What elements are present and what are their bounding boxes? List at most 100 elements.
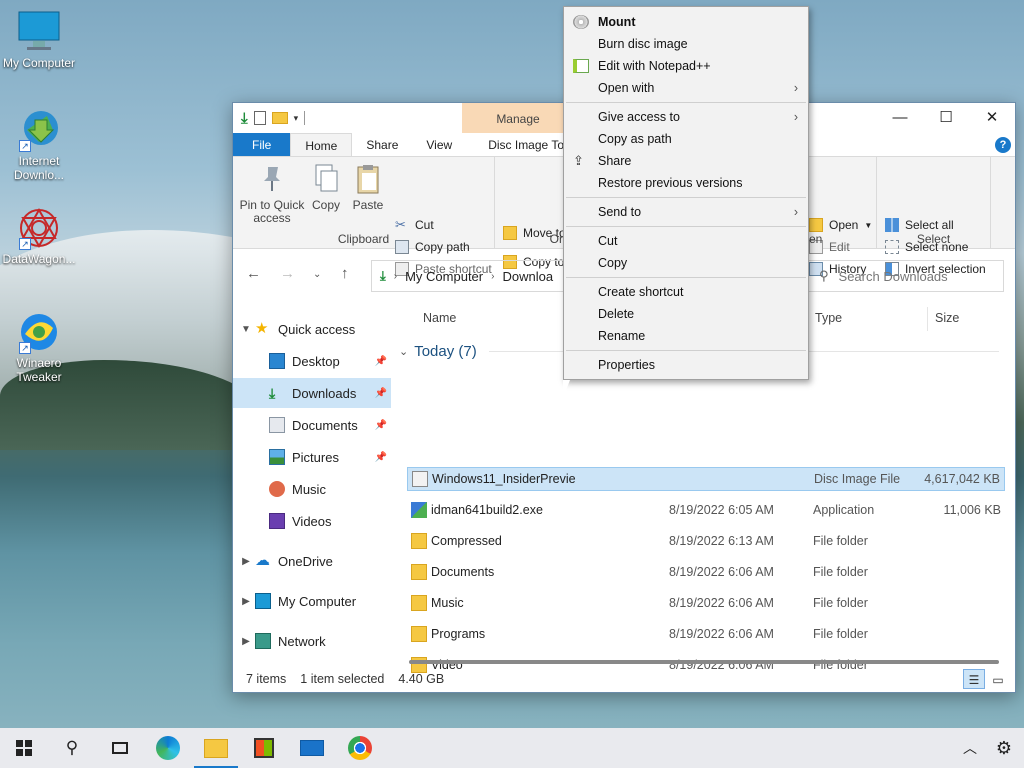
menu-item-open-with[interactable]: Open with › [564,77,808,99]
collapse-chevron-icon: ⌄ [399,345,409,358]
desktop-icon-internet-download-manager[interactable]: ↗ Internet Downlo... [0,108,78,182]
menu-item-restore-previous-versions[interactable]: Restore previous versions [564,172,808,194]
show-hidden-icons-button[interactable]: ︿ [956,728,984,768]
tab-view[interactable]: View [412,133,466,156]
expand-chevron-icon[interactable]: ▶ [237,556,255,567]
status-selected-count: 1 item selected [300,672,385,686]
quick-access-toolbar: ⤓ ▾ [233,103,306,133]
organize-group: Move to Copy to Or [495,157,566,269]
pin-icon: 📌 [374,355,387,367]
recent-locations-chevron-icon[interactable]: ⌄ [313,269,321,280]
menu-item-cut[interactable]: Cut [564,230,808,252]
documents-icon [269,417,285,433]
desktop-icon-datawagon[interactable]: ↗ DataWagon... [0,206,78,266]
menu-item-share[interactable]: ⇪ Share [564,150,808,172]
menu-item-send-to[interactable]: Send to › [564,201,808,223]
file-row-compressed[interactable]: Compressed 8/19/2022 6:13 AM File folder [407,529,1005,553]
expand-chevron-icon[interactable]: ▶ [237,596,255,607]
store-button[interactable] [240,728,288,768]
close-button[interactable]: ✕ [969,103,1015,133]
help-icon[interactable]: ? [995,137,1011,153]
qat-divider [304,111,306,125]
column-divider[interactable] [927,307,928,331]
file-row-music[interactable]: Music 8/19/2022 6:06 AM File folder [407,591,1005,615]
tab-file[interactable]: File [233,133,291,156]
search-button[interactable]: ⚲ [48,728,96,768]
properties-icon[interactable] [253,111,266,125]
nav-item-onedrive[interactable]: ▶ ☁ OneDrive [233,546,391,576]
menu-item-burn-disc-image[interactable]: Burn disc image [564,33,808,55]
forward-arrow-icon[interactable]: → [280,265,295,282]
edge-icon [156,736,180,760]
computer-icon [17,10,61,54]
file-row-idman[interactable]: idman641build2.exe 8/19/2022 6:05 AM App… [407,498,1005,522]
menu-item-copy[interactable]: Copy [564,252,808,274]
desktop-icon-label: Winaero Tweaker [16,356,62,384]
nav-item-my-computer[interactable]: ▶ My Computer [233,586,391,616]
search-input[interactable]: ⚲ Search Downloads [808,260,1004,292]
paste-button[interactable]: Paste [349,163,387,212]
horizontal-scrollbar[interactable] [409,660,999,664]
tab-home[interactable]: Home [290,133,353,156]
maximize-button[interactable]: ☐ [923,103,969,133]
settings-tray-button[interactable]: ⚙ [984,728,1024,768]
shortcut-arrow-icon: ↗ [19,140,31,152]
mail-button[interactable] [288,728,336,768]
pin-icon: 📌 [374,387,387,399]
music-icon [269,481,285,497]
desktop-icon-label: DataWagon... [2,252,76,266]
desktop-icon-my-computer[interactable]: My Computer [0,10,78,70]
task-view-button[interactable] [96,728,144,768]
nav-item-documents[interactable]: Documents 📌 [233,410,391,440]
menu-item-create-shortcut[interactable]: Create shortcut [564,281,808,303]
nav-item-desktop[interactable]: Desktop 📌 [233,346,391,376]
details-view-icon[interactable]: ☰ [963,669,985,689]
file-row-documents[interactable]: Documents 8/19/2022 6:06 AM File folder [407,560,1005,584]
chrome-button[interactable] [336,728,384,768]
file-explorer-button[interactable] [192,728,240,768]
nav-item-downloads[interactable]: ⤓ Downloads 📌 [233,378,391,408]
context-menu: Mount Burn disc image Edit with Notepad+… [563,6,809,380]
column-header-name[interactable]: Name [423,311,456,325]
clipboard-group: Pin to Quick access Copy Paste ✂ Cut Copy… [233,157,495,276]
nav-item-quick-access[interactable]: ▼ ★ Quick access [233,314,391,344]
column-header-size[interactable]: Size [935,311,959,325]
breadcrumb-downloads[interactable]: Downloa [502,269,553,284]
pin-to-quick-access-button[interactable]: Pin to Quick access [239,163,305,225]
menu-item-rename[interactable]: Rename [564,325,808,347]
desktop-icon [269,353,285,369]
share-icon: ⇪ [573,153,584,168]
tab-share[interactable]: Share [352,133,412,156]
qat-dropdown-icon[interactable]: ▾ [294,113,299,124]
menu-item-delete[interactable]: Delete [564,303,808,325]
column-header-type[interactable]: Type [815,311,842,325]
tab-manage[interactable]: Manage [462,103,574,133]
organize-group-label: Or [549,232,563,246]
back-arrow-icon[interactable]: ← [246,265,261,282]
menu-item-copy-as-path[interactable]: Copy as path [564,128,808,150]
desktop-icon-winaero-tweaker[interactable]: ↗ Winaero Tweaker [0,310,78,384]
nav-item-network[interactable]: ▶ Network [233,626,391,656]
up-arrow-icon[interactable]: ↑ [341,265,349,282]
expand-chevron-icon[interactable]: ▼ [237,324,255,335]
start-button[interactable] [0,728,48,768]
menu-item-edit-with-notepadpp[interactable]: Edit with Notepad++ [564,55,808,77]
file-row-programs[interactable]: Programs 8/19/2022 6:06 AM File folder [407,622,1005,646]
file-row-windows11-iso[interactable]: Windows11_InsiderPrevie Disc Image File … [407,467,1005,491]
download-icon[interactable]: ⤓ [241,110,248,127]
nav-item-music[interactable]: Music [233,474,391,504]
menu-item-give-access-to[interactable]: Give access to › [564,106,808,128]
folder-icon [411,533,427,549]
menu-item-mount[interactable]: Mount [564,11,808,33]
minimize-button[interactable]: — [877,103,923,133]
large-icons-view-icon[interactable]: ▭ [987,669,1009,689]
edge-button[interactable] [144,728,192,768]
nav-item-pictures[interactable]: Pictures 📌 [233,442,391,472]
store-icon [254,738,274,758]
expand-chevron-icon[interactable]: ▶ [237,636,255,647]
menu-item-properties[interactable]: Properties [564,354,808,376]
nav-item-videos[interactable]: Videos [233,506,391,536]
copy-button[interactable]: Copy [307,163,345,212]
new-folder-icon[interactable] [271,112,288,124]
breadcrumb-my-computer[interactable]: My Computer [405,269,483,284]
